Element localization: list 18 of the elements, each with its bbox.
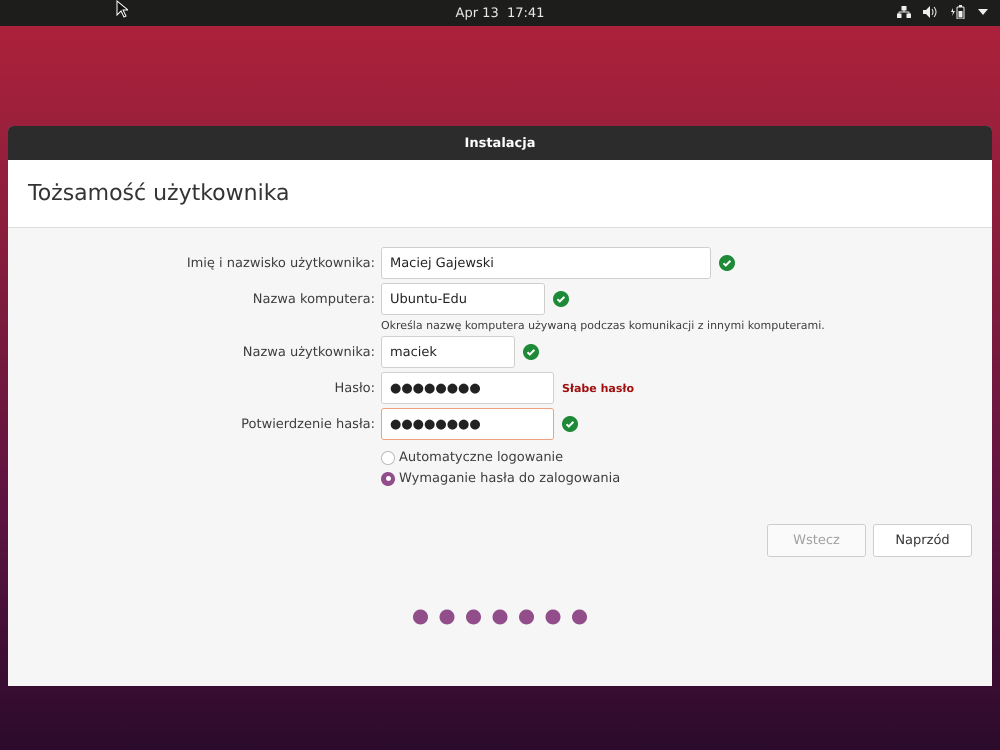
- field-label: Potwierdzenie hasła:: [240, 416, 375, 432]
- radio-option[interactable]: Wymaganie hasła do zalogowania: [381, 471, 992, 486]
- field-hint: Określa nazwę komputera używaną podczas komunikacji z innymi komputerami.: [381, 319, 826, 332]
- radio-option[interactable]: Automatyczne logowanie: [381, 450, 992, 465]
- input-field[interactable]: Ubuntu-Edu: [381, 283, 545, 315]
- clock[interactable]: Apr 13 17:41: [456, 6, 544, 20]
- page-heading: Tożsamość użytkownika: [28, 181, 290, 206]
- input-field[interactable]: ●●●●●●●●: [381, 372, 554, 404]
- input-field[interactable]: maciek: [381, 336, 515, 368]
- field-label: Imię i nazwisko użytkownika:: [186, 256, 375, 270]
- field-label: Nazwa komputera:: [252, 292, 375, 306]
- window-title: Instalacja: [464, 136, 536, 150]
- nav-button[interactable]: Naprzód: [873, 524, 972, 557]
- input-field[interactable]: ●●●●●●●●: [381, 408, 554, 440]
- field-label: Hasło:: [333, 380, 375, 396]
- input-field[interactable]: Maciej Gajewski: [381, 247, 711, 279]
- field-label: Nazwa użytkownika:: [242, 344, 375, 360]
- password-strength: Słabe hasło: [562, 382, 634, 394]
